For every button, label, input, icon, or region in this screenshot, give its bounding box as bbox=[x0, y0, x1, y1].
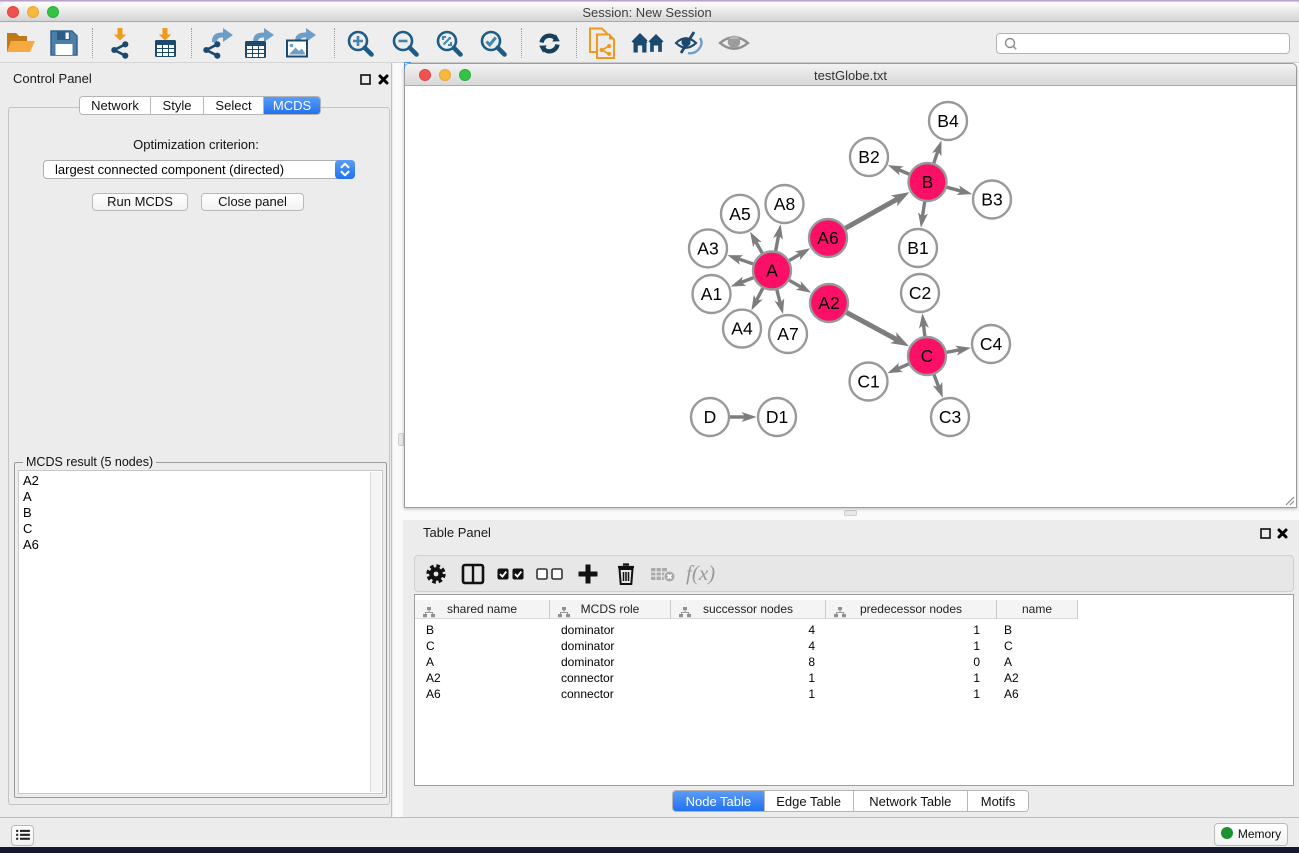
svg-text:A7: A7 bbox=[777, 324, 798, 344]
svg-text:A4: A4 bbox=[731, 319, 753, 339]
svg-text:A2: A2 bbox=[818, 293, 839, 313]
svg-text:B4: B4 bbox=[937, 111, 959, 131]
svg-text:A1: A1 bbox=[701, 284, 722, 304]
svg-text:C4: C4 bbox=[980, 334, 1003, 354]
svg-text:B2: B2 bbox=[858, 147, 879, 167]
svg-text:A6: A6 bbox=[817, 228, 838, 248]
svg-text:A3: A3 bbox=[697, 238, 718, 258]
svg-text:B3: B3 bbox=[981, 190, 1002, 210]
svg-text:A5: A5 bbox=[729, 204, 750, 224]
svg-text:A8: A8 bbox=[774, 194, 795, 214]
svg-text:B1: B1 bbox=[907, 238, 928, 258]
svg-text:C1: C1 bbox=[857, 372, 879, 392]
svg-text:C3: C3 bbox=[939, 407, 961, 427]
svg-text:C2: C2 bbox=[909, 283, 931, 303]
svg-text:B: B bbox=[922, 172, 934, 192]
svg-text:D: D bbox=[704, 407, 717, 427]
svg-text:D1: D1 bbox=[766, 407, 788, 427]
svg-text:C: C bbox=[921, 346, 934, 366]
svg-text:A: A bbox=[766, 261, 778, 281]
